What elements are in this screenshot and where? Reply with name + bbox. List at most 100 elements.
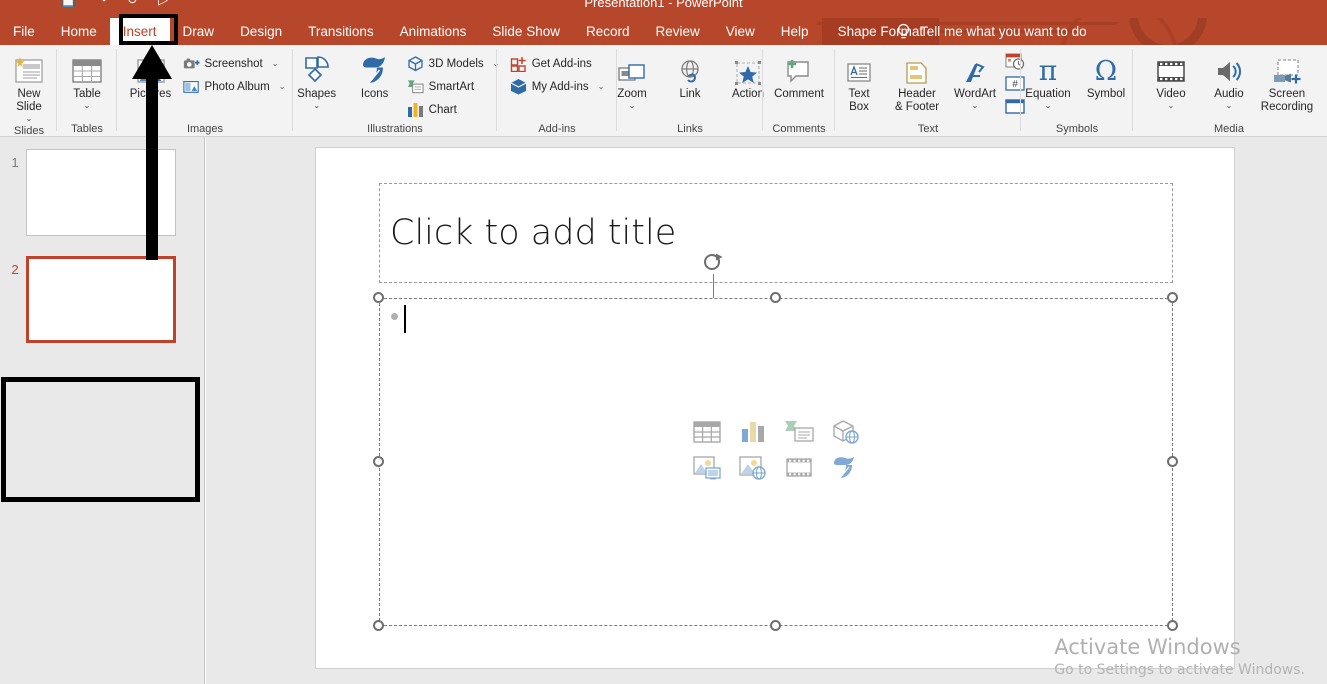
slide-canvas[interactable]: Click to add title bbox=[315, 147, 1235, 669]
shapes-button[interactable]: Shapes⌄ bbox=[288, 49, 346, 110]
tab-draw[interactable]: Draw bbox=[170, 18, 228, 45]
get-addins-button[interactable]: Get Add-ins bbox=[507, 53, 608, 74]
slide-thumbnail-pane[interactable]: 1 2 bbox=[0, 137, 205, 684]
ribbon-group-tables: Table⌄Tables bbox=[58, 45, 116, 137]
chevron-down-icon[interactable]: ⌄ bbox=[147, 102, 154, 110]
resize-handle-middle-left[interactable] bbox=[373, 456, 384, 467]
zoom-icon bbox=[617, 51, 647, 85]
comment-button[interactable]: Comment bbox=[770, 49, 828, 101]
tab-design[interactable]: Design bbox=[227, 18, 295, 45]
chevron-down-icon[interactable]: ⌄ bbox=[1226, 102, 1233, 110]
button-label: Icons bbox=[361, 88, 389, 101]
new-slide-button[interactable]: New Slide⌄ bbox=[0, 49, 58, 123]
insert-pictures-icon[interactable] bbox=[691, 453, 723, 483]
header-footer-button[interactable]: Header & Footer bbox=[888, 49, 946, 114]
chevron-down-icon[interactable]: ⌄ bbox=[272, 59, 279, 68]
button-label: Zoom bbox=[617, 88, 646, 101]
tab-transitions[interactable]: Transitions bbox=[295, 18, 387, 45]
text-cursor bbox=[404, 305, 406, 333]
slide-thumbnail-2[interactable]: 2 bbox=[4, 256, 176, 343]
video-button[interactable]: Video⌄ bbox=[1142, 49, 1200, 110]
ribbon-group-text: Text BoxHeader & FooterWordArt⌄#Text bbox=[836, 45, 1020, 137]
bullet-point bbox=[391, 313, 398, 320]
slide-preview-2[interactable] bbox=[26, 256, 176, 343]
group-divider bbox=[762, 49, 763, 131]
slide-preview-1[interactable] bbox=[26, 149, 176, 236]
resize-handle-bottom-center[interactable] bbox=[770, 620, 781, 631]
group-label: Add-ins bbox=[538, 121, 575, 137]
small-button-column: 3D Models⌄SmartArtChart bbox=[404, 49, 503, 120]
resize-handle-middle-right[interactable] bbox=[1167, 456, 1178, 467]
insert-3d-model-icon[interactable] bbox=[829, 417, 861, 447]
audio-button[interactable]: Audio⌄ bbox=[1200, 49, 1258, 110]
button-label: Header & Footer bbox=[895, 88, 939, 114]
content-placeholder[interactable] bbox=[379, 298, 1173, 626]
tab-file[interactable]: File bbox=[0, 18, 48, 45]
photo-album-button[interactable]: Photo Album⌄ bbox=[180, 76, 289, 97]
resize-handle-top-left[interactable] bbox=[373, 292, 384, 303]
my-addins-button[interactable]: My Add-ins⌄ bbox=[507, 76, 608, 97]
button-label: Shapes bbox=[297, 88, 336, 101]
chevron-down-icon[interactable]: ⌄ bbox=[629, 102, 636, 110]
chart-button[interactable]: Chart bbox=[404, 99, 503, 120]
slide-number-2: 2 bbox=[4, 256, 26, 277]
insert-icons-icon[interactable] bbox=[829, 453, 861, 483]
ribbon-group-comments: Comment Comments bbox=[764, 45, 834, 137]
rotation-handle-icon[interactable] bbox=[703, 252, 724, 273]
wordart-button[interactable]: WordArt⌄ bbox=[946, 49, 1004, 110]
symbol-icon: Ω bbox=[1091, 51, 1121, 85]
insert-table-icon[interactable] bbox=[691, 417, 723, 447]
group-label: Links bbox=[677, 121, 703, 137]
insert-stock-images-icon[interactable] bbox=[737, 453, 769, 483]
button-label: Comment bbox=[774, 88, 824, 101]
resize-handle-bottom-left[interactable] bbox=[373, 620, 384, 631]
my-addins-icon bbox=[510, 78, 527, 95]
text-box-button[interactable]: Text Box bbox=[830, 49, 888, 114]
content-icon-row-top bbox=[691, 417, 861, 447]
insert-chart-icon[interactable] bbox=[737, 417, 769, 447]
rotation-handle-stem bbox=[713, 274, 714, 298]
screenshot-button[interactable]: Screenshot⌄ bbox=[180, 53, 289, 74]
link-button[interactable]: Link bbox=[661, 49, 719, 101]
chevron-down-icon[interactable]: ⌄ bbox=[26, 115, 33, 123]
equation-button[interactable]: πEquation⌄ bbox=[1019, 49, 1077, 110]
tab-view[interactable]: View bbox=[713, 18, 768, 45]
symbol-button[interactable]: ΩSymbol bbox=[1077, 49, 1135, 101]
button-label: My Add-ins bbox=[532, 81, 589, 93]
title-placeholder[interactable]: Click to add title bbox=[379, 183, 1173, 283]
resize-handle-top-right[interactable] bbox=[1167, 292, 1178, 303]
tab-animations[interactable]: Animations bbox=[387, 18, 480, 45]
resize-handle-top-center[interactable] bbox=[770, 292, 781, 303]
group-label: Symbols bbox=[1056, 121, 1098, 137]
tab-slide-show[interactable]: Slide Show bbox=[479, 18, 573, 45]
chevron-down-icon[interactable]: ⌄ bbox=[279, 82, 286, 91]
tab-insert[interactable]: Insert bbox=[110, 18, 170, 45]
slide-thumbnail-1[interactable]: 1 bbox=[4, 149, 176, 236]
group-label: Media bbox=[1214, 121, 1244, 137]
3d-models-button[interactable]: 3D Models⌄ bbox=[404, 53, 503, 74]
chevron-down-icon[interactable]: ⌄ bbox=[1168, 102, 1175, 110]
tab-review[interactable]: Review bbox=[643, 18, 713, 45]
chevron-down-icon[interactable]: ⌄ bbox=[313, 102, 320, 110]
chevron-down-icon[interactable]: ⌄ bbox=[84, 102, 91, 110]
pictures-button[interactable]: Pictures⌄ bbox=[122, 49, 180, 110]
screen-recording-button[interactable]: Screen Recording bbox=[1258, 49, 1316, 114]
group-label: Comments bbox=[772, 121, 825, 137]
equation-icon: π bbox=[1033, 51, 1063, 85]
table-button[interactable]: Table⌄ bbox=[58, 49, 116, 110]
resize-handle-bottom-right[interactable] bbox=[1167, 620, 1178, 631]
tab-home[interactable]: Home bbox=[48, 18, 110, 45]
tab-record[interactable]: Record bbox=[573, 18, 643, 45]
chevron-down-icon[interactable]: ⌄ bbox=[1045, 102, 1052, 110]
insert-smartart-icon[interactable] bbox=[783, 417, 815, 447]
ribbon-group-slides: New Slide⌄Slides bbox=[2, 45, 56, 137]
zoom-button[interactable]: Zoom⌄ bbox=[603, 49, 661, 110]
button-label: Pictures bbox=[130, 88, 172, 101]
tell-me-search[interactable]: Tell me what you want to do bbox=[896, 18, 1087, 45]
chevron-down-icon[interactable]: ⌄ bbox=[972, 102, 979, 110]
icons-button[interactable]: Icons bbox=[346, 49, 404, 101]
insert-video-icon[interactable] bbox=[783, 453, 815, 483]
smartart-button[interactable]: SmartArt bbox=[404, 76, 503, 97]
tab-help[interactable]: Help bbox=[768, 18, 822, 45]
smartart-icon bbox=[407, 78, 424, 95]
